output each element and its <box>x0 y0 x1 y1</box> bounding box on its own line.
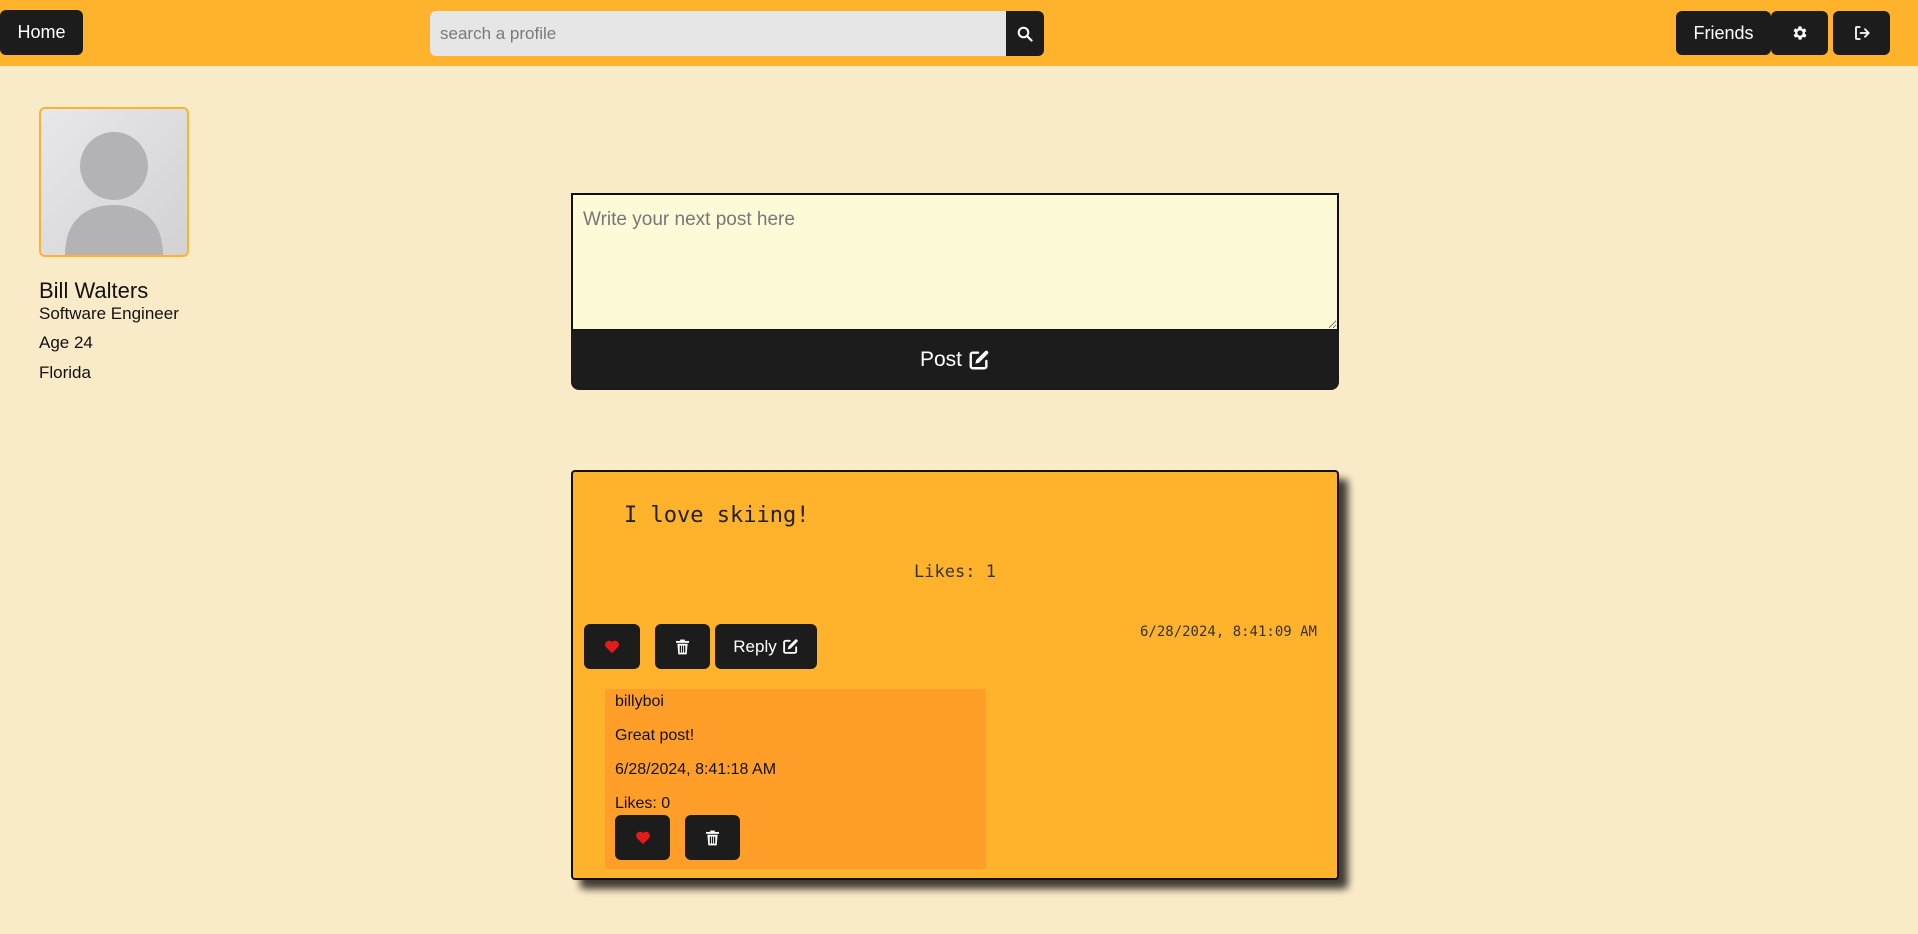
profile-name: Bill Walters <box>39 278 149 303</box>
heart-icon <box>605 640 619 654</box>
search-input[interactable] <box>430 11 1006 56</box>
delete-reply-button[interactable] <box>685 815 740 860</box>
trash-icon <box>706 830 719 845</box>
reply-button[interactable]: Reply <box>715 624 817 669</box>
gear-icon <box>1793 26 1807 40</box>
sign-out-icon <box>1854 26 1870 40</box>
edit-icon <box>782 639 798 654</box>
post-composer: Post <box>571 193 1339 390</box>
profile-search <box>430 11 1044 56</box>
search-button[interactable] <box>1006 11 1044 56</box>
settings-button[interactable] <box>1771 11 1828 55</box>
top-navbar: Home Friends <box>0 0 1918 66</box>
user-silhouette-icon <box>65 132 163 255</box>
post-timestamp: 6/28/2024, 8:41:09 AM <box>1139 624 1317 640</box>
home-button[interactable]: Home <box>0 10 83 55</box>
reply-likes-count: Likes: 0 <box>615 795 671 812</box>
profile-age: Age 24 <box>39 333 93 352</box>
profile-location: Florida <box>39 363 91 382</box>
post-likes-count: Likes: 1 <box>914 562 996 582</box>
logout-button[interactable] <box>1833 11 1890 55</box>
reply-text: Great post! <box>615 727 695 744</box>
edit-icon <box>969 350 989 370</box>
post-card: I love skiing! Likes: 1 6/28/2024, 8:41:… <box>571 470 1339 880</box>
post-textarea[interactable] <box>571 193 1339 331</box>
friends-button[interactable]: Friends <box>1676 11 1771 55</box>
avatar <box>39 107 189 257</box>
search-icon <box>1017 26 1033 42</box>
heart-icon <box>635 831 650 845</box>
like-post-button[interactable] <box>584 624 640 669</box>
trash-icon <box>676 639 689 654</box>
post-text: I love skiing! <box>624 503 810 528</box>
post-button[interactable]: Post <box>571 330 1339 390</box>
reply-button-label: Reply <box>733 636 777 656</box>
delete-post-button[interactable] <box>655 624 710 669</box>
reply-timestamp: 6/28/2024, 8:41:18 AM <box>615 761 777 778</box>
profile-job-title: Software Engineer <box>39 304 179 323</box>
like-reply-button[interactable] <box>615 815 670 860</box>
reply-username[interactable]: billyboi <box>615 693 664 711</box>
reply-card: billyboi Great post! 6/28/2024, 8:41:18 … <box>605 689 986 869</box>
post-button-label: Post <box>919 348 963 371</box>
